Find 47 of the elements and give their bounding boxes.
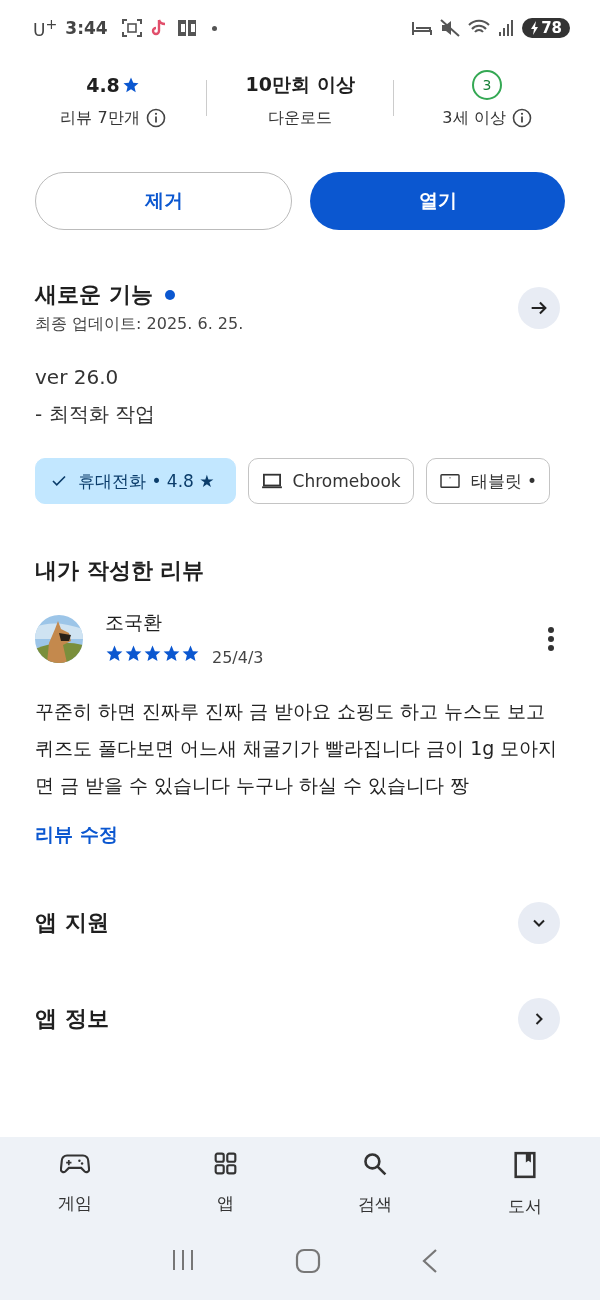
nav-tab[interactable]: 검색 [300, 1151, 450, 1218]
book-icon [514, 1151, 536, 1179]
section-title: 앱 지원 [35, 909, 109, 937]
release-notes: - 최적화 작업 [35, 401, 156, 428]
clock-time: 3:44 [65, 18, 108, 38]
note-icon [149, 18, 168, 38]
device-chip[interactable]: 휴대전화 • 4.8 ★ [35, 458, 236, 504]
section-title: 새로운 기능 [35, 281, 153, 309]
laptop-icon [260, 472, 283, 490]
stat-value: 4.8 [86, 73, 120, 96]
info-icon[interactable] [511, 108, 532, 128]
age-rating-badge: 3 [472, 69, 502, 100]
mute-icon [440, 19, 461, 37]
review-text: 꾸준히 하면 진짜루 진짜 금 받아요 쇼핑도 하고 뉴스도 보고 퀴즈도 풀다보면 어느새 채굴기가 빨라집니다 금이 1g 모아지면 금 받을 수 있습니다 누구나 하실 수 있습니다 짱 [35, 699, 559, 798]
battery-indicator: 78 [522, 18, 570, 38]
search-icon [362, 1151, 388, 1177]
reviewer-name: 조국환 [105, 610, 163, 635]
section-title: 앱 정보 [35, 1005, 109, 1033]
uninstall-button[interactable]: 제거 [35, 172, 292, 230]
stat-label: 3세 이상 [442, 107, 506, 129]
apps-grid-icon [212, 1151, 238, 1176]
update-date: 최종 업데이트: 2025. 6. 25. [35, 314, 244, 335]
review-date: 25/4/3 [212, 648, 264, 667]
notification-dot [211, 25, 217, 31]
edit-review-link[interactable]: 리뷰 수정 [35, 822, 118, 848]
nav-tab[interactable]: 게임 [0, 1151, 150, 1218]
home-icon[interactable] [295, 1248, 321, 1274]
bed-icon [412, 20, 433, 36]
more-options-icon[interactable] [547, 625, 555, 652]
carrier-label: U$^{+}$ [33, 16, 58, 40]
info-icon[interactable] [145, 108, 166, 128]
version-text: ver 26.0 [35, 365, 120, 389]
tablet-icon [438, 472, 461, 490]
section-title: 내가 작성한 리뷰 [35, 557, 206, 585]
expand-button[interactable] [518, 902, 560, 944]
arrow-button[interactable] [518, 286, 560, 329]
stat-label: 리뷰 7만개 [60, 107, 140, 129]
open-button[interactable]: 열기 [310, 172, 565, 230]
nav-tab[interactable]: 앱 [150, 1151, 300, 1218]
nav-tab[interactable]: 도서 [450, 1151, 600, 1218]
stat-value: 10만회 이상 [245, 71, 355, 97]
device-chip[interactable]: 태블릿 • [425, 458, 551, 504]
device-chip[interactable]: Chromebook [247, 458, 414, 504]
signal-icon [498, 19, 515, 37]
stat-label: 다운로드 [268, 107, 332, 129]
screenshot-icon [121, 19, 142, 37]
film-icon [175, 18, 198, 38]
